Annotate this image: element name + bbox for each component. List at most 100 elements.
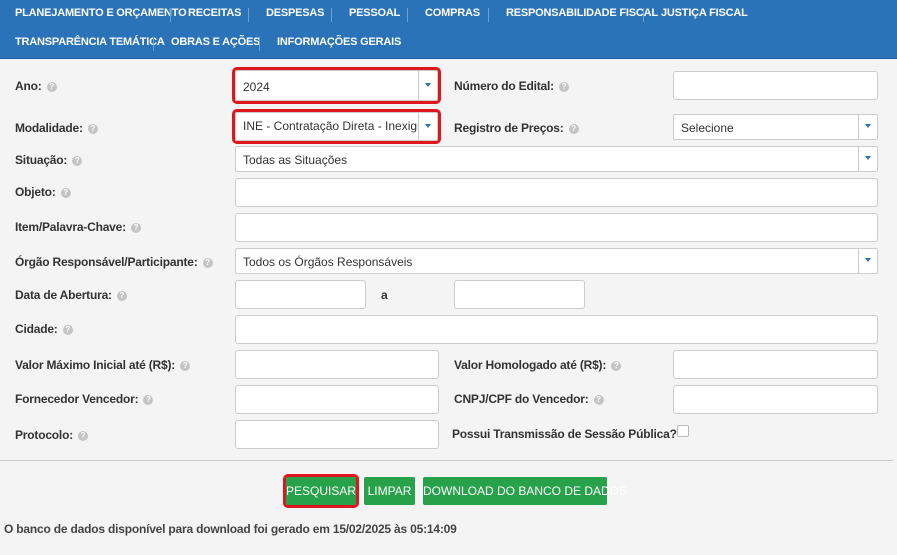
- nav-responsabilidade-fiscal[interactable]: RESPONSABILIDADE FISCAL: [506, 7, 658, 19]
- cnpj-input[interactable]: [673, 385, 878, 414]
- chevron-down-icon: [425, 82, 431, 87]
- help-icon[interactable]: ?: [87, 123, 98, 134]
- chevron-down-icon: [865, 124, 871, 128]
- ano-dropdown-button[interactable]: [418, 71, 437, 100]
- item-palavra-chave-label: Item/Palavra-Chave:?: [15, 220, 141, 234]
- valor-maximo-label: Valor Máximo Inicial até (R$):?: [15, 358, 191, 372]
- orgao-label-text: Órgão Responsável/Participante:: [15, 255, 198, 269]
- help-icon[interactable]: ?: [72, 155, 83, 166]
- cnpj-label: CNPJ/CPF do Vencedor:?: [454, 392, 604, 406]
- download-info-text: O banco de dados disponível para downloa…: [4, 522, 457, 536]
- situacao-label: Situação:?: [15, 153, 83, 167]
- limpar-button[interactable]: LIMPAR: [364, 477, 415, 505]
- modalidade-label: Modalidade:?: [15, 121, 98, 135]
- chevron-down-icon: [865, 258, 871, 262]
- nav-separator: [488, 8, 489, 22]
- cidade-input[interactable]: [235, 315, 878, 344]
- situacao-select-value: Todas as Situações: [243, 153, 348, 167]
- numero-edital-input[interactable]: [673, 71, 878, 100]
- nav-separator: [153, 37, 154, 51]
- nav-justica-fiscal[interactable]: JUSTIÇA FISCAL: [661, 7, 748, 19]
- cidade-label-text: Cidade:: [15, 322, 58, 336]
- protocolo-label: Protocolo:?: [15, 428, 88, 442]
- item-label-text: Item/Palavra-Chave:: [15, 220, 126, 234]
- modalidade-select-value: INE - Contratação Direta - Inexigibilida…: [243, 119, 418, 133]
- numero-edital-label: Número do Edital:?: [454, 79, 569, 93]
- objeto-label-text: Objeto:: [15, 185, 56, 199]
- orgao-select-value: Todos os Órgãos Responsáveis: [243, 255, 413, 269]
- modalidade-dropdown-button[interactable]: [418, 113, 437, 140]
- help-icon[interactable]: ?: [558, 81, 569, 92]
- help-icon[interactable]: ?: [143, 394, 154, 405]
- transmissao-label: Possui Transmissão de Sessão Pública?: [452, 427, 677, 441]
- data-separator-label: a: [381, 288, 388, 302]
- cidade-label: Cidade:?: [15, 322, 73, 336]
- pesquisar-button[interactable]: PESQUISAR: [283, 474, 359, 508]
- chevron-down-icon: [425, 123, 431, 128]
- modalidade-select[interactable]: INE - Contratação Direta - Inexigibilida…: [232, 109, 441, 144]
- nav-compras[interactable]: COMPRAS: [425, 7, 480, 19]
- ano-select[interactable]: 2024: [232, 67, 441, 104]
- nav-separator: [643, 8, 644, 22]
- data-abertura-fim-input[interactable]: [454, 280, 585, 309]
- nav-separator: [248, 8, 249, 22]
- objeto-input[interactable]: [235, 178, 878, 207]
- help-icon[interactable]: ?: [611, 360, 622, 371]
- objeto-label: Objeto:?: [15, 185, 71, 199]
- nav-separator: [259, 37, 260, 51]
- nav-separator: [170, 8, 171, 22]
- data-abertura-label: Data de Abertura:?: [15, 288, 127, 302]
- fornecedor-label-text: Fornecedor Vencedor:: [15, 392, 139, 406]
- protocolo-label-text: Protocolo:: [15, 428, 73, 442]
- chevron-down-icon: [865, 156, 871, 160]
- situacao-label-text: Situação:: [15, 153, 68, 167]
- protocolo-input[interactable]: [235, 420, 439, 449]
- registro-precos-label: Registro de Preços:?: [454, 121, 579, 135]
- ano-select-value: 2024: [243, 80, 270, 94]
- help-icon[interactable]: ?: [202, 257, 213, 268]
- help-icon[interactable]: ?: [62, 324, 73, 335]
- ano-label: Ano:?: [15, 79, 57, 93]
- orgao-label: Órgão Responsável/Participante:?: [15, 255, 213, 269]
- registro-precos-select-value: Selecione: [681, 121, 734, 135]
- help-icon[interactable]: ?: [60, 187, 71, 198]
- help-icon[interactable]: ?: [46, 81, 57, 92]
- orgao-select[interactable]: Todos os Órgãos Responsáveis: [235, 248, 878, 274]
- valor-maximo-input[interactable]: [235, 350, 439, 379]
- nav-planejamento[interactable]: PLANEJAMENTO E ORÇAMENTO: [15, 7, 187, 19]
- data-abertura-label-text: Data de Abertura:: [15, 288, 112, 302]
- registro-precos-label-text: Registro de Preços:: [454, 121, 564, 135]
- nav-obras-acoes[interactable]: OBRAS E AÇÕES: [171, 36, 260, 48]
- item-palavra-chave-input[interactable]: [235, 213, 878, 242]
- help-icon[interactable]: ?: [130, 222, 141, 233]
- registro-precos-dropdown-button[interactable]: [858, 115, 877, 139]
- valor-homologado-label-text: Valor Homologado até (R$):: [454, 358, 607, 372]
- form-divider: [0, 460, 893, 461]
- nav-despesas[interactable]: DESPESAS: [266, 7, 325, 19]
- fornecedor-input[interactable]: [235, 385, 439, 414]
- help-icon[interactable]: ?: [593, 394, 604, 405]
- data-abertura-inicio-input[interactable]: [235, 280, 366, 309]
- transmissao-checkbox[interactable]: [677, 425, 689, 437]
- modalidade-label-text: Modalidade:: [15, 121, 83, 135]
- help-icon[interactable]: ?: [116, 290, 127, 301]
- numero-edital-label-text: Número do Edital:: [454, 79, 554, 93]
- registro-precos-select[interactable]: Selecione: [673, 114, 878, 140]
- valor-homologado-label: Valor Homologado até (R$):?: [454, 358, 622, 372]
- situacao-select[interactable]: Todas as Situações: [235, 146, 878, 172]
- help-icon[interactable]: ?: [180, 360, 191, 371]
- top-navigation: PLANEJAMENTO E ORÇAMENTO RECEITAS DESPES…: [0, 0, 897, 59]
- ano-label-text: Ano:: [15, 79, 42, 93]
- situacao-dropdown-button[interactable]: [858, 147, 877, 171]
- orgao-dropdown-button[interactable]: [858, 249, 877, 273]
- fornecedor-label: Fornecedor Vencedor:?: [15, 392, 154, 406]
- nav-pessoal[interactable]: PESSOAL: [349, 7, 400, 19]
- valor-homologado-input[interactable]: [673, 350, 878, 379]
- help-icon[interactable]: ?: [568, 123, 579, 134]
- nav-separator: [331, 8, 332, 22]
- nav-receitas[interactable]: RECEITAS: [188, 7, 241, 19]
- download-banco-dados-button[interactable]: DOWNLOAD DO BANCO DE DADOS: [423, 477, 627, 505]
- nav-informacoes-gerais[interactable]: INFORMAÇÕES GERAIS: [277, 36, 401, 48]
- nav-transparencia-tematica[interactable]: TRANSPARÊNCIA TEMÁTICA: [15, 36, 165, 48]
- help-icon[interactable]: ?: [78, 430, 88, 441]
